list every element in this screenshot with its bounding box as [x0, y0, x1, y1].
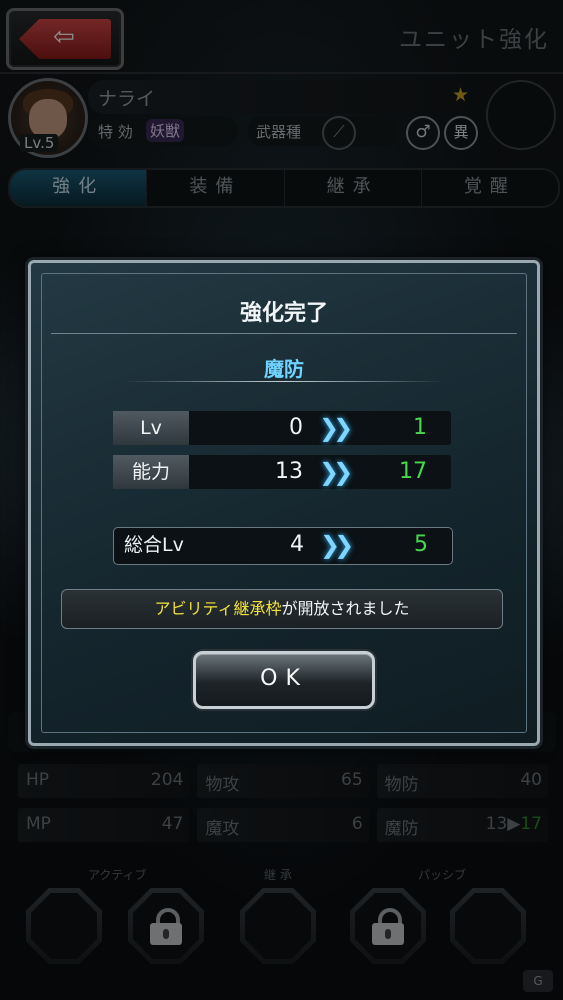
row-old-value: 13	[275, 459, 303, 484]
row-label: 総合Lv	[124, 534, 184, 556]
stat-name-divider	[123, 381, 445, 382]
ok-button[interactable]: OK	[193, 651, 375, 709]
row-new-value: 1	[413, 415, 427, 440]
row-label: Lv	[113, 411, 189, 445]
row-old-value: 4	[290, 532, 304, 557]
dialog-title: 強化完了	[239, 301, 328, 326]
double-chevron-right-icon: ❯❯	[319, 414, 353, 442]
level-change-row: Lv 0 ❯❯ 1	[113, 411, 451, 445]
row-new-value: 5	[414, 532, 428, 557]
enhance-complete-dialog: 強化完了 魔防 Lv 0 ❯❯ 1 能力 13 ❯❯ 17 総合Lv 4 ❯❯ …	[28, 260, 540, 746]
row-label: 能力	[113, 455, 189, 489]
notice-text: が開放されました	[281, 599, 410, 618]
double-chevron-right-icon: ❯❯	[320, 531, 354, 559]
row-old-value: 0	[289, 415, 303, 440]
double-chevron-right-icon: ❯❯	[319, 458, 353, 486]
total-level-row: 総合Lv 4 ❯❯ 5	[113, 527, 453, 565]
unlock-notice: アビリティ継承枠が開放されました	[61, 589, 503, 629]
row-new-value: 17	[399, 459, 427, 484]
notice-highlight: アビリティ継承枠	[154, 599, 282, 618]
dialog-title-divider	[51, 333, 517, 334]
ability-change-row: 能力 13 ❯❯ 17	[113, 455, 451, 489]
enhanced-stat-name: 魔防	[264, 357, 304, 381]
